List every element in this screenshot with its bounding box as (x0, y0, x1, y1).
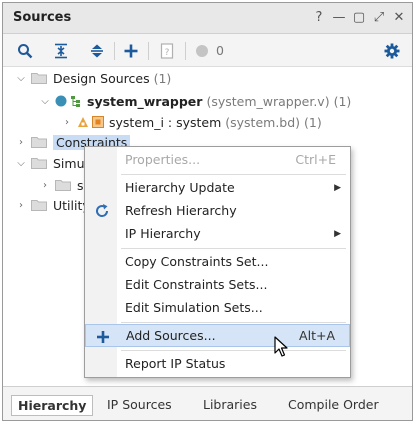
hierarchy-icon (71, 96, 80, 107)
title-bar: Sources ? — ▢ ⤢ ✕ (3, 3, 412, 34)
chevron-down-icon[interactable]: ⌵ (15, 158, 27, 169)
folder-icon (31, 137, 47, 148)
menu-separator (121, 322, 346, 323)
tab-libraries[interactable]: Libraries (197, 395, 263, 414)
ip-block-icon (92, 116, 104, 128)
menu-separator (121, 248, 346, 249)
menu-item-label: Properties... (125, 152, 201, 167)
chevron-down-icon[interactable]: ⌵ (15, 73, 27, 84)
menu-item-report-ip-status[interactable]: Report IP Status (85, 352, 350, 375)
chevron-right-icon[interactable]: › (15, 200, 27, 211)
menu-item-shortcut: Ctrl+E (295, 152, 336, 167)
menu-item-label: Edit Simulation Sets... (125, 300, 263, 315)
panel-title: Sources (13, 10, 72, 25)
toolbar: ? 0 (3, 34, 412, 67)
maximize-button[interactable]: ▢ (352, 8, 366, 26)
expand-all-icon[interactable] (87, 41, 107, 61)
menu-item-label: Copy Constraints Set... (125, 254, 269, 269)
menu-item-label: Hierarchy Update (125, 180, 235, 195)
svg-text:?: ? (165, 48, 170, 58)
refresh-icon (93, 202, 111, 220)
menu-item-edit-constraints[interactable]: Edit Constraints Sets... (85, 273, 350, 296)
folder-icon (31, 200, 47, 211)
chevron-down-icon[interactable]: ⌵ (39, 96, 51, 107)
add-icon[interactable] (121, 41, 141, 61)
close-button[interactable]: ✕ (392, 8, 406, 26)
menu-item-refresh-hierarchy[interactable]: Refresh Hierarchy (85, 199, 350, 222)
toolbar-separator (114, 42, 115, 60)
document-icon[interactable]: ? (157, 41, 177, 61)
tree-node-design-sources[interactable]: ⌵ Design Sources (1) (15, 67, 171, 89)
submenu-arrow-icon: ▶ (334, 228, 341, 239)
menu-separator (121, 350, 346, 351)
tree-label: system_wrapper (87, 93, 203, 109)
collapse-all-icon[interactable] (51, 41, 71, 61)
status-count: 0 (216, 43, 224, 58)
tree-node-system-i[interactable]: › system_i : system (system.bd) (1) (61, 111, 322, 133)
folder-icon (55, 180, 71, 191)
chevron-right-icon[interactable]: › (61, 117, 73, 128)
tree-node-utility[interactable]: › Utility (15, 194, 90, 216)
menu-item-properties[interactable]: Properties... Ctrl+E (85, 148, 350, 171)
tree-label: system_i : system (109, 114, 222, 130)
menu-item-label: Report IP Status (125, 356, 226, 371)
block-design-icon (78, 117, 88, 127)
folder-icon (31, 158, 47, 169)
tree-count: (1) (153, 70, 172, 86)
submenu-arrow-icon: ▶ (334, 182, 341, 193)
menu-item-copy-constraints[interactable]: Copy Constraints Set... (85, 250, 350, 273)
toolbar-separator (185, 42, 186, 60)
menu-item-shortcut: Alt+A (299, 328, 335, 343)
menu-item-label: Edit Constraints Sets... (125, 277, 268, 292)
help-button[interactable]: ? (312, 8, 326, 26)
tab-ip-sources[interactable]: IP Sources (101, 395, 178, 414)
status-dot-icon (55, 95, 67, 107)
menu-item-edit-simulation[interactable]: Edit Simulation Sets... (85, 296, 350, 319)
search-icon[interactable] (15, 41, 35, 61)
context-menu: Properties... Ctrl+E Hierarchy Update ▶ … (84, 146, 351, 378)
menu-item-label: IP Hierarchy (125, 226, 201, 241)
menu-item-add-sources[interactable]: Add Sources... Alt+A (85, 324, 350, 347)
float-button[interactable]: ⤢ (372, 8, 386, 26)
menu-item-label: Refresh Hierarchy (125, 203, 237, 218)
window-controls: ? — ▢ ⤢ ✕ (312, 8, 406, 26)
chevron-right-icon[interactable]: › (39, 180, 51, 191)
toolbar-separator (148, 42, 149, 60)
tree-file: (system_wrapper.v) (206, 93, 330, 109)
gear-icon[interactable] (382, 41, 402, 61)
menu-item-hierarchy-update[interactable]: Hierarchy Update ▶ (85, 176, 350, 199)
menu-item-ip-hierarchy[interactable]: IP Hierarchy ▶ (85, 222, 350, 245)
chevron-right-icon[interactable]: › (15, 137, 27, 148)
folder-icon (31, 73, 47, 84)
tab-hierarchy[interactable]: Hierarchy (11, 395, 94, 416)
add-icon (94, 328, 112, 346)
tree-count: (1) (333, 93, 352, 109)
minimize-button[interactable]: — (332, 8, 346, 26)
tree-count: (1) (304, 114, 322, 130)
menu-item-label: Add Sources... (126, 328, 216, 343)
status-dot-icon (192, 41, 212, 61)
tree-file: (system.bd) (225, 114, 301, 130)
bottom-tab-bar: Hierarchy IP Sources Libraries Compile O… (3, 386, 412, 420)
menu-separator (121, 174, 346, 175)
tree-label: Design Sources (53, 70, 150, 86)
tree-node-system-wrapper[interactable]: ⌵ system_wrapper (system_wrapper.v) (1) (39, 90, 351, 112)
tab-compile-order[interactable]: Compile Order (282, 395, 385, 414)
tree-node-sim-child[interactable]: › si (39, 174, 87, 196)
mouse-cursor-icon (274, 336, 288, 357)
